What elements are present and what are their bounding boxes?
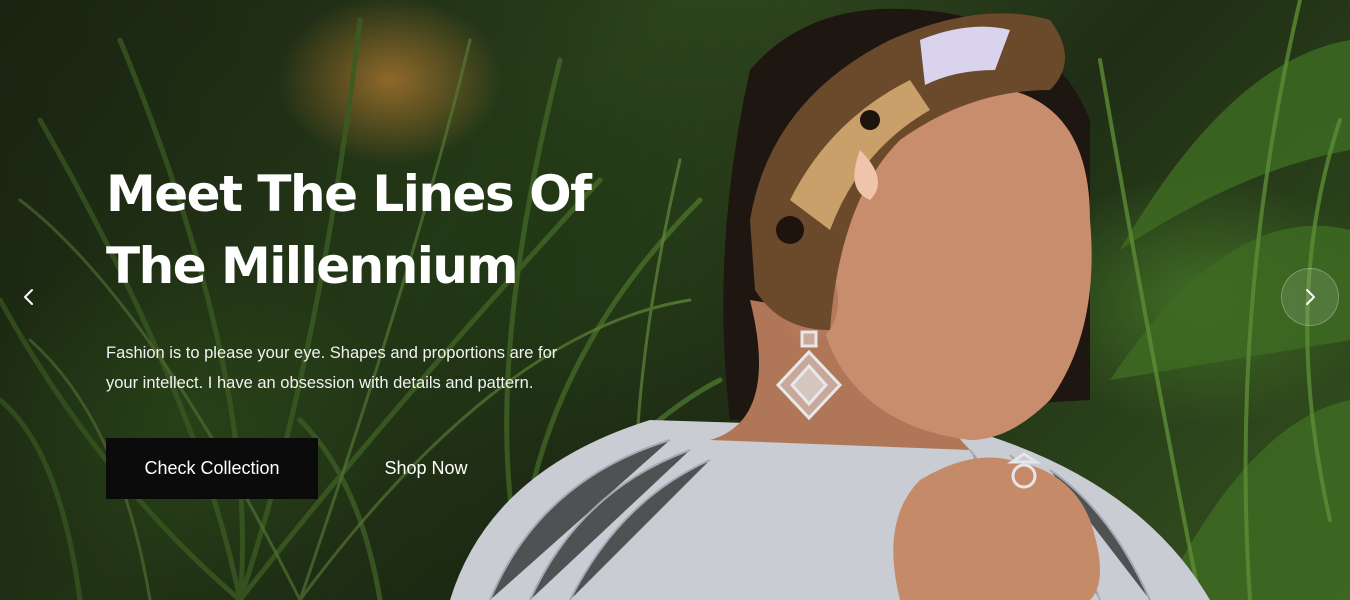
headline-line-1: Meet The Lines Of	[106, 165, 592, 223]
hero-banner: Meet The Lines Of The Millennium Fashion…	[0, 0, 1350, 600]
carousel-next-button[interactable]	[1281, 268, 1339, 326]
check-collection-button[interactable]: Check Collection	[106, 438, 318, 499]
shop-now-button[interactable]: Shop Now	[360, 438, 492, 499]
headline-line-2: The Millennium	[106, 237, 519, 295]
carousel-prev-button[interactable]	[0, 268, 58, 326]
chevron-right-icon	[1306, 289, 1315, 305]
description-line-1: Fashion is to please your eye. Shapes an…	[106, 344, 558, 362]
description-line-2: your intellect. I have an obsession with…	[106, 374, 534, 392]
hero-description: Fashion is to please your eye. Shapes an…	[106, 338, 626, 398]
chevron-left-icon	[24, 289, 33, 305]
hero-headline: Meet The Lines Of The Millennium	[106, 158, 666, 302]
